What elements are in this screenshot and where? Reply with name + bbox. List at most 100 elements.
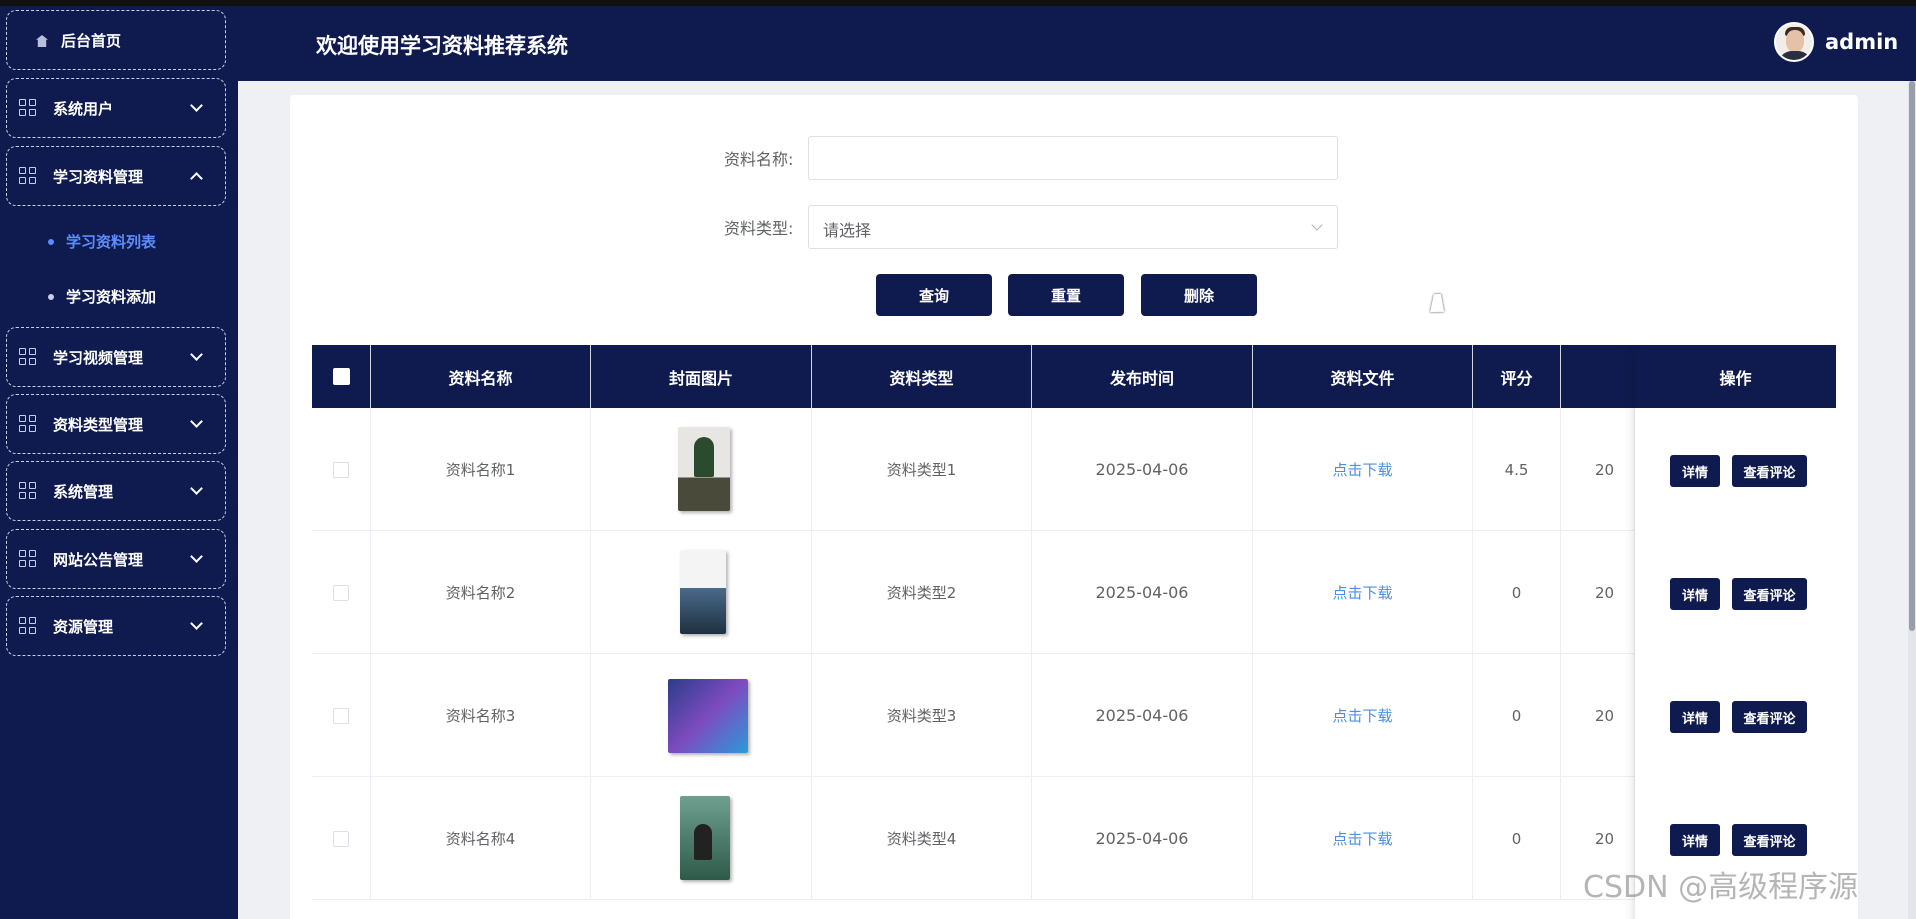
- sidebar-item-label: 系统管理: [53, 482, 114, 501]
- cell-score: 0: [1473, 777, 1561, 900]
- cell-extra: 20: [1561, 531, 1635, 654]
- view-comments-button[interactable]: 查看评论: [1732, 701, 1807, 733]
- cell-score: 0: [1473, 531, 1561, 654]
- name-label: 资料名称:: [724, 150, 794, 169]
- scrollbar-thumb[interactable]: [1909, 81, 1915, 631]
- cell-cover: [591, 408, 812, 531]
- col-name[interactable]: 资料名称: [371, 345, 591, 408]
- cell-cover: [591, 531, 812, 654]
- chevron-down-icon: [190, 482, 203, 495]
- cell-name: 资料名称2: [371, 531, 591, 654]
- cell-date: 2025-04-06: [1032, 654, 1253, 777]
- chevron-down-icon: [190, 348, 203, 361]
- sidebar-item-video-manage[interactable]: 学习视频管理: [6, 327, 226, 387]
- action-column: 操作 详情 查看评论 详情 查看评论 详情 查看评论 详情 查看评论: [1635, 345, 1836, 919]
- row-checkbox[interactable]: [333, 584, 349, 601]
- avatar[interactable]: [1774, 22, 1814, 62]
- sidebar-item-type-manage[interactable]: 资料类型管理: [6, 394, 226, 454]
- bullet-icon: [48, 293, 54, 300]
- app-title: 欢迎使用学习资料推荐系统: [316, 34, 568, 58]
- sidebar-item-resource-manage[interactable]: 资源管理: [6, 596, 226, 656]
- page-scrollbar[interactable]: [1908, 81, 1916, 919]
- detail-button[interactable]: 详情: [1670, 455, 1720, 487]
- type-select-value: 请选择: [823, 221, 872, 240]
- grid-icon: [19, 99, 37, 117]
- cell-extra: 20: [1561, 408, 1635, 531]
- select-all-checkbox[interactable]: [332, 368, 350, 385]
- row-checkbox[interactable]: [333, 830, 349, 847]
- cell-name: 资料名称3: [371, 654, 591, 777]
- query-button[interactable]: 查询: [876, 274, 992, 316]
- col-file[interactable]: 资料文件: [1253, 345, 1473, 408]
- chevron-up-icon: [190, 172, 203, 185]
- grid-icon: [19, 167, 37, 185]
- home-icon: [35, 32, 51, 48]
- download-link[interactable]: 点击下载: [1332, 828, 1392, 849]
- sidebar-subitem-label: 学习资料添加: [66, 288, 157, 306]
- content-card: 资料名称: 资料类型: 请选择 查询 重置 删除 资料名称 封面图片 资料类型 …: [290, 95, 1858, 919]
- grid-icon: [19, 550, 37, 568]
- name-search-input[interactable]: [808, 136, 1338, 180]
- chevron-down-icon: [1311, 219, 1323, 231]
- chevron-down-icon: [190, 550, 203, 563]
- chevron-down-icon: [190, 99, 203, 112]
- cell-type: 资料类型3: [812, 654, 1032, 777]
- sidebar-item-material-manage[interactable]: 学习资料管理: [6, 146, 226, 206]
- sidebar-item-system-manage[interactable]: 系统管理: [6, 461, 226, 521]
- select-all-cell: [312, 345, 371, 408]
- grid-icon: [19, 348, 37, 366]
- grid-icon: [19, 482, 37, 500]
- chevron-down-icon: [190, 415, 203, 428]
- type-label: 资料类型:: [724, 219, 794, 238]
- detail-button[interactable]: 详情: [1670, 824, 1720, 856]
- table-row: 资料名称3 资料类型3 2025-04-06 点击下载 0 20: [312, 654, 1836, 777]
- row-checkbox[interactable]: [333, 461, 349, 478]
- sidebar-item-label: 学习资料管理: [53, 167, 144, 186]
- detail-button[interactable]: 详情: [1670, 701, 1720, 733]
- chevron-down-icon: [190, 617, 203, 630]
- view-comments-button[interactable]: 查看评论: [1732, 578, 1807, 610]
- sidebar-item-system-users[interactable]: 系统用户: [6, 78, 226, 138]
- download-link[interactable]: 点击下载: [1332, 459, 1392, 480]
- col-type[interactable]: 资料类型: [812, 345, 1032, 408]
- download-link[interactable]: 点击下载: [1332, 582, 1392, 603]
- sidebar-item-label: 系统用户: [53, 99, 114, 118]
- view-comments-button[interactable]: 查看评论: [1732, 824, 1807, 856]
- cell-type: 资料类型1: [812, 408, 1032, 531]
- username[interactable]: admin: [1825, 30, 1898, 54]
- cell-date: 2025-04-06: [1032, 531, 1253, 654]
- sidebar-item-label: 学习视频管理: [53, 348, 144, 367]
- cell-type: 资料类型4: [812, 777, 1032, 900]
- view-comments-button[interactable]: 查看评论: [1732, 455, 1807, 487]
- col-actions: 操作: [1635, 345, 1836, 408]
- delete-button[interactable]: 删除: [1141, 274, 1257, 316]
- cell-extra: 20: [1561, 654, 1635, 777]
- col-date[interactable]: 发布时间: [1032, 345, 1253, 408]
- col-cover[interactable]: 封面图片: [591, 345, 812, 408]
- cell-score: 4.5: [1473, 408, 1561, 531]
- row-checkbox[interactable]: [333, 707, 349, 724]
- col-extra: [1561, 345, 1635, 408]
- top-header: 欢迎使用学习资料推荐系统 admin: [238, 6, 1916, 81]
- col-score[interactable]: 评分: [1473, 345, 1561, 408]
- grid-icon: [19, 617, 37, 635]
- sidebar-item-notice-manage[interactable]: 网站公告管理: [6, 529, 226, 589]
- sidebar-item-label: 资料类型管理: [53, 415, 144, 434]
- reset-button[interactable]: 重置: [1008, 274, 1124, 316]
- cell-name: 资料名称1: [371, 408, 591, 531]
- sidebar-item-home[interactable]: 后台首页: [6, 10, 226, 70]
- cell-name: 资料名称4: [371, 777, 591, 900]
- watermark: CSDN @高级程序源: [1583, 870, 1859, 905]
- cell-type: 资料类型2: [812, 531, 1032, 654]
- detail-button[interactable]: 详情: [1670, 578, 1720, 610]
- sidebar-item-label: 网站公告管理: [53, 550, 144, 569]
- cell-score: 0: [1473, 654, 1561, 777]
- type-select[interactable]: 请选择: [808, 205, 1338, 249]
- sidebar-subitem-material-list[interactable]: 学习资料列表: [48, 231, 156, 252]
- grid-icon: [19, 415, 37, 433]
- sidebar-subitem-material-add[interactable]: 学习资料添加: [48, 286, 156, 307]
- download-link[interactable]: 点击下载: [1332, 705, 1392, 726]
- cell-cover: [591, 777, 812, 900]
- cell-cover: [591, 654, 812, 777]
- sidebar-subitem-label: 学习资料列表: [66, 233, 157, 251]
